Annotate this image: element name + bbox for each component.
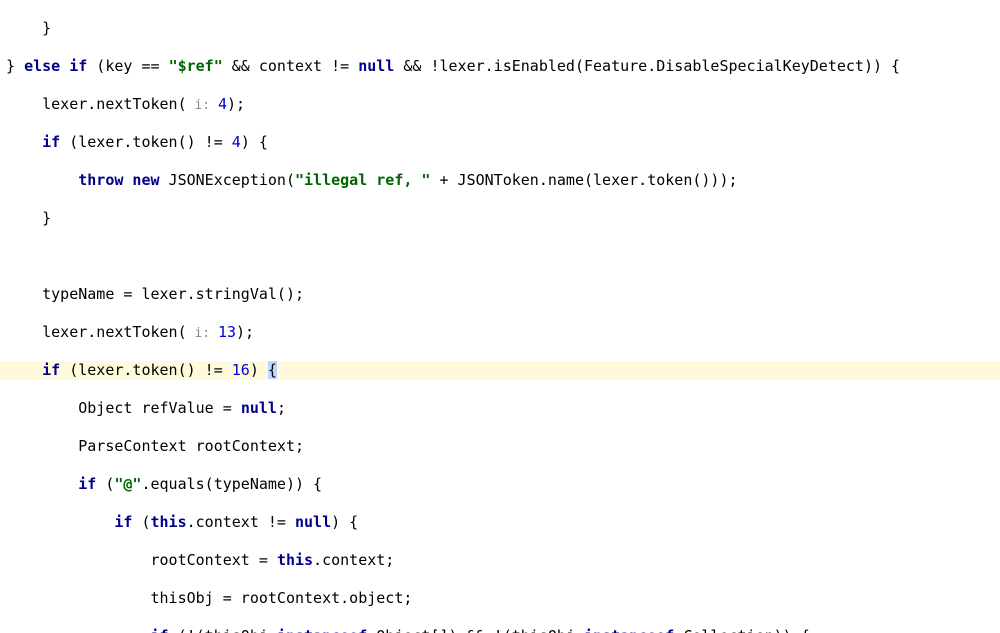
code-line xyxy=(0,247,1000,266)
code-editor[interactable]: } } else if (key == "$ref" && context !=… xyxy=(0,0,1000,633)
code-line: } else if (key == "$ref" && context != n… xyxy=(0,57,1000,76)
code-line-highlighted: if (lexer.token() != 16) { xyxy=(0,361,1000,380)
code-line: lexer.nextToken( i: 4); xyxy=(0,95,1000,114)
code-line: if (!(thisObj instanceof Object[]) && !(… xyxy=(0,627,1000,633)
caret-brace: { xyxy=(268,361,277,379)
code-line: thisObj = rootContext.object; xyxy=(0,589,1000,608)
inlay-hint: i: xyxy=(187,326,218,341)
code-line: if (lexer.token() != 4) { xyxy=(0,133,1000,152)
code-line: if (this.context != null) { xyxy=(0,513,1000,532)
code-line: ParseContext rootContext; xyxy=(0,437,1000,456)
code-line: rootContext = this.context; xyxy=(0,551,1000,570)
code-line: } xyxy=(0,209,1000,228)
code-line: Object refValue = null; xyxy=(0,399,1000,418)
code-line: } xyxy=(0,19,1000,38)
code-line: typeName = lexer.stringVal(); xyxy=(0,285,1000,304)
inlay-hint: i: xyxy=(187,98,218,113)
code-line: if ("@".equals(typeName)) { xyxy=(0,475,1000,494)
code-line: lexer.nextToken( i: 13); xyxy=(0,323,1000,342)
code-line: throw new JSONException("illegal ref, " … xyxy=(0,171,1000,190)
